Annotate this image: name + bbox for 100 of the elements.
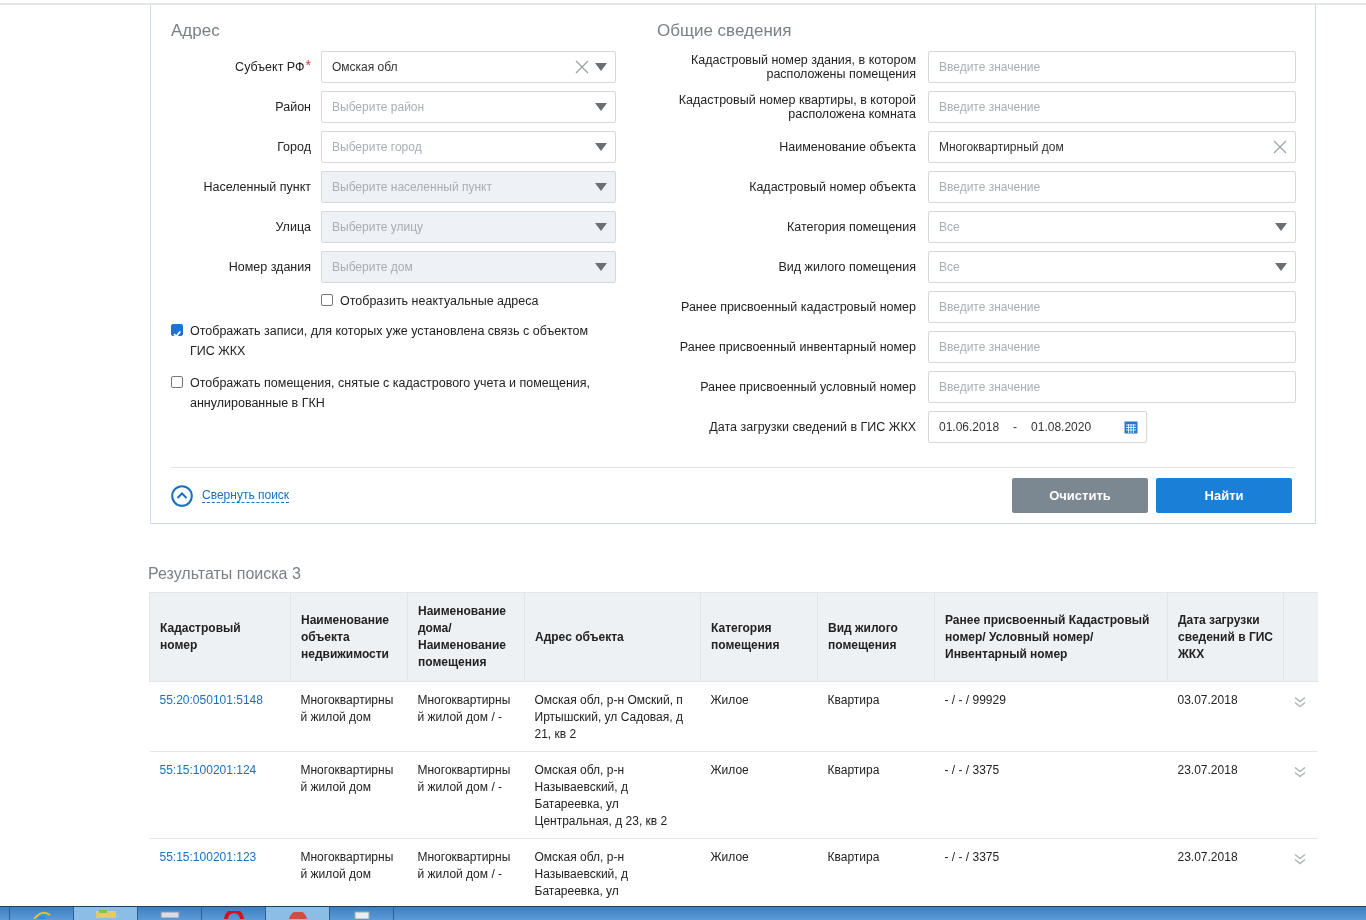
column-header: Кадастровый номер [149,592,291,682]
table-cell: - / - / 3375 [944,850,1000,864]
field-label: Наименование объекта [778,140,916,154]
table-cell: - / - / 3375 [944,763,1000,777]
dropdown-caret-icon [595,103,607,111]
section-title: Общие сведения [657,21,793,42]
table-cell: Омская обл, р-н Называевский, д Батареевка, ул Центральная, д 23, кв 2 [534,763,668,828]
field-label: Кадастровый номер квартиры, в которой расположена комната [677,93,916,121]
table-cell: 23.07.2018 [1177,763,1238,777]
table-cell: Квартира [827,763,880,777]
table-cell: Квартира [827,693,880,707]
column-header: Наименование объекта недвижимости [290,592,408,682]
field-label: Район [274,100,311,114]
checkbox[interactable] [171,376,183,388]
field-label: Дата загрузки сведений в ГИС ЖКХ [708,420,916,434]
table-cell: - / - / 99929 [944,693,1006,707]
table-cell: Омская обл, р-н Омский, п Иртышский, ул Садовая, д 21, кв 2 [534,693,683,741]
column-header: Адрес объекта [524,592,701,682]
section-title: Адрес [171,21,221,42]
input-field[interactable]: Введите значение [928,51,1296,83]
field-label: Ранее присвоенный условный номер [699,380,916,394]
table-cell: Многоквартирный жилой дом [300,763,394,794]
field-label: Ранее присвоенный кадастровый номер [680,300,916,314]
field-label: Вид жилого помещения [777,260,916,274]
required-mark: * [305,60,311,70]
round-app-icon [287,912,308,919]
dropdown-caret-icon [1275,223,1287,231]
date-from: 01.06.2018 [939,420,1000,434]
dropdown-caret-icon [1275,263,1287,271]
clear-icon[interactable] [1273,140,1287,154]
input-field[interactable]: Введите значение [928,331,1296,363]
dropdown-field[interactable]: Омская обл [321,51,616,83]
column-header: Ранее присвоенный Кадастровый номер/ Условный номер/ Инвентарный номер [934,592,1168,682]
dropdown-caret-icon [595,63,607,71]
field-label: Субъект РФ [235,60,305,74]
field-label: Населенный пункт [202,180,311,194]
date-range-field[interactable]: 01.06.2018 - 01.08.2020 [928,411,1147,443]
column-header: Дата загрузки сведений в ГИС ЖКХ [1167,592,1284,682]
expand-icon[interactable] [1293,696,1306,708]
input-field[interactable]: Введите значение [928,171,1296,203]
table-cell: Жилое [710,763,749,777]
column-header: Категория помещения [700,592,818,682]
cadastral-number-link[interactable]: 55:15:100201:123 [159,850,257,864]
folder-icon [94,910,117,918]
cadastral-number-link[interactable]: 55:15:100201:124 [159,763,257,777]
dropdown-field[interactable]: Выберите город [321,131,616,163]
checkbox[interactable] [171,324,183,336]
table-cell: 03.07.2018 [1177,693,1238,707]
calendar-icon[interactable] [1124,420,1138,434]
checkmark-icon [172,329,182,339]
expand-icon[interactable] [1293,853,1306,865]
column-header: Вид жилого помещения [817,592,935,682]
field-label: Номер здания [227,260,311,274]
checkbox-label: Отображать записи, для которых уже установлена связь с объектом ГИС ЖКХ [190,323,589,360]
field-label: Ранее присвоенный инвентарный номер [678,340,916,354]
opera-icon [223,911,244,919]
date-separator: - [1013,420,1018,434]
browser-icon [31,911,52,919]
table-cell: Многоквартирный жилой дом [300,850,394,881]
table-cell: Многоквартирный жилой дом / - [417,693,511,724]
table-cell: Многоквартирный жилой дом / - [417,850,511,881]
input-field[interactable]: Многоквартирный дом [928,131,1296,163]
dropdown-caret-icon [595,223,607,231]
collapse-icon[interactable] [171,484,193,507]
search-button[interactable]: Найти [1156,478,1292,513]
table-cell: 23.07.2018 [1177,850,1238,864]
collapse-search-link[interactable]: Свернуть поиск [202,488,290,503]
window-icon [159,911,180,918]
clear-button[interactable]: Очистить [1012,478,1148,513]
table-cell: Квартира [827,850,880,864]
clear-icon[interactable] [575,60,589,74]
field-label: Улица [274,220,311,234]
dropdown-caret-icon [595,143,607,151]
dropdown-field[interactable]: Все [928,211,1296,243]
cadastral-number-link[interactable]: 55:20:050101:5148 [159,693,263,707]
input-field[interactable]: Введите значение [928,371,1296,403]
checkbox-label: Отобразить неактуальные адреса [340,293,539,310]
field-label: Кадастровый номер объекта [748,180,916,194]
checkbox[interactable] [321,294,333,306]
field-label: Город [276,140,311,154]
input-field[interactable]: Введите значение [928,91,1296,123]
taskbar-button[interactable] [266,907,330,920]
results-title: Результаты поиска 3 [148,565,302,583]
dropdown-caret-icon [595,263,607,271]
field-label: Кадастровый номер здания, в котором расположены помещения [690,53,916,81]
table-cell: Многоквартирный жилой дом [300,693,394,724]
dropdown-field[interactable]: Все [928,251,1296,283]
date-to: 01.08.2020 [1031,420,1092,434]
dropdown-field[interactable]: Выберите район [321,91,616,123]
input-field[interactable]: Введите значение [928,291,1296,323]
expand-icon[interactable] [1293,766,1306,778]
table-cell: Омская обл, р-н Называевский, д Батареевка, ул [534,850,628,898]
column-header: Наименование дома/ Наименование помещения [407,592,525,682]
table-cell: Жилое [710,693,749,707]
dropdown-caret-icon [595,183,607,191]
table-cell: Жилое [710,850,749,864]
checkbox-label: Отображать помещения, снятые с кадастрового учета и помещения, аннулированные в ГКН [190,375,592,412]
notepad-icon [352,911,371,919]
table-cell: Многоквартирный жилой дом / - [417,763,511,794]
field-label: Категория помещения [786,220,916,234]
